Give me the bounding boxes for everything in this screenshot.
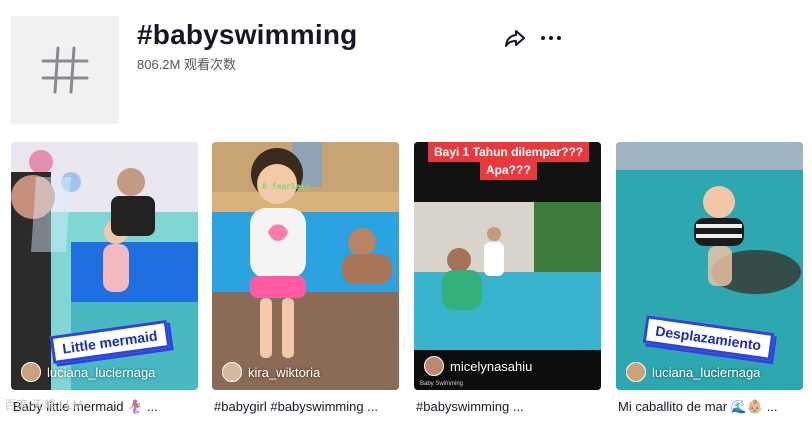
video-card[interactable]: Bayi 1 Tahun dilempar??? Apa??? micelyna… [414, 142, 601, 414]
watermark: 百度·天晴 LLM [4, 398, 83, 412]
video-grid: Little mermaid luciana_luciernaga Baby l… [11, 142, 803, 414]
video-caption[interactable]: Mi caballito de mar 🌊👶🏼 ... [618, 399, 803, 415]
video-author[interactable]: micelynasahiu [424, 356, 532, 376]
video-thumbnail-image [212, 142, 399, 390]
page-title: #babyswimming [137, 19, 358, 50]
video-author[interactable]: kira_wiktoria [222, 362, 320, 382]
avatar [626, 362, 646, 382]
video-card[interactable]: Little mermaid luciana_luciernaga Baby l… [11, 142, 198, 414]
video-overlay-line: Apa??? [480, 160, 537, 180]
video-author[interactable]: luciana_luciernaga [626, 362, 760, 382]
share-button[interactable] [503, 26, 527, 50]
video-overlay-line: Bayi 1 Tahun dilempar??? [428, 142, 590, 162]
view-count: 806.2M 观看次数 [137, 57, 236, 72]
avatar [21, 362, 41, 382]
video-caption[interactable]: #babyswimming ... [416, 399, 601, 414]
author-name: luciana_luciernaga [652, 364, 761, 380]
video-thumbnail-image [616, 142, 803, 390]
video-thumbnail[interactable]: A fearless kira_wiktoria [212, 142, 399, 390]
video-card[interactable]: Desplazamiento luciana_luciernaga Mi cab… [616, 142, 803, 414]
video-overlay-text: A fearless [262, 182, 311, 191]
avatar [222, 362, 242, 382]
video-author[interactable]: luciana_luciernaga [21, 362, 155, 382]
video-caption[interactable]: #babygirl #babyswimming ... [214, 399, 399, 414]
more-icon [541, 36, 561, 40]
more-options-button[interactable] [539, 26, 563, 50]
video-brand: Baby Swimming [420, 381, 464, 387]
hashtag-icon [41, 46, 89, 94]
video-thumbnail[interactable]: Little mermaid luciana_luciernaga [11, 142, 198, 390]
avatar [424, 356, 444, 376]
share-icon [505, 30, 525, 47]
author-name: micelynasahiu [450, 358, 533, 374]
video-thumbnail[interactable]: Desplazamiento luciana_luciernaga [616, 142, 803, 390]
video-thumbnail[interactable]: Bayi 1 Tahun dilempar??? Apa??? micelyna… [414, 142, 601, 390]
author-name: kira_wiktoria [248, 364, 321, 380]
video-card[interactable]: A fearless kira_wiktoria #babygirl #baby… [212, 142, 399, 414]
author-name: luciana_luciernaga [47, 364, 156, 380]
hashtag-avatar [11, 16, 119, 124]
